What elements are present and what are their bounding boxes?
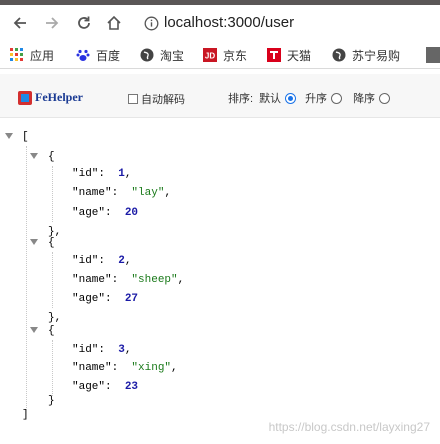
- fehelper-logo[interactable]: FeHelper: [18, 90, 83, 105]
- json-open-bracket: [: [22, 131, 29, 143]
- forward-arrow-icon[interactable]: [42, 13, 62, 33]
- bookmark-jd[interactable]: JD 京东: [203, 46, 247, 64]
- bookmark-tmall[interactable]: 天猫: [267, 46, 311, 64]
- collapse-toggle-icon[interactable]: [30, 239, 38, 245]
- json-number: 20: [124, 207, 139, 219]
- json-row: "id": 3,: [72, 344, 132, 356]
- sort-label: 排序:: [228, 93, 254, 105]
- sort-asc-label: 升序: [305, 93, 328, 105]
- indent-guide: [52, 166, 53, 222]
- json-row: "name": "sheep",: [72, 274, 185, 286]
- home-icon[interactable]: [104, 13, 124, 33]
- globe-icon: [332, 48, 346, 62]
- collapse-toggle-icon[interactable]: [30, 153, 38, 159]
- back-arrow-icon[interactable]: [10, 13, 30, 33]
- info-icon[interactable]: [144, 16, 159, 36]
- svg-text:JD: JD: [205, 52, 215, 61]
- bookmark-taobao[interactable]: 淘宝: [140, 46, 184, 64]
- tmall-logo-icon: [267, 48, 281, 62]
- indent-guide: [26, 146, 27, 408]
- json-object-open: {: [48, 325, 55, 337]
- collapse-toggle-icon[interactable]: [30, 327, 38, 333]
- indent-guide: [52, 340, 53, 396]
- apps-grid-icon: [10, 48, 24, 62]
- globe-icon: [140, 48, 154, 62]
- bookmark-label: 淘宝: [160, 48, 185, 63]
- bookmark-baidu[interactable]: 百度: [76, 46, 120, 64]
- bookmark-label: 京东: [223, 48, 248, 63]
- json-key: "age":: [72, 293, 112, 305]
- auto-decode-checkbox[interactable]: 自动解码: [128, 91, 185, 107]
- json-row: "age": 23: [72, 380, 138, 394]
- json-row: "name": "xing",: [72, 362, 178, 374]
- json-object-close: }: [48, 395, 55, 407]
- json-number: 23: [124, 381, 139, 393]
- json-object-open: {: [48, 237, 55, 249]
- sort-desc-label: 降序: [353, 93, 376, 105]
- json-object-close: },: [48, 312, 62, 324]
- json-row: "age": 20: [72, 206, 138, 220]
- bookmark-suning[interactable]: 苏宁易购: [332, 46, 400, 64]
- json-key: "age":: [72, 207, 112, 219]
- sort-options: 排序: 默认 升序 降序: [228, 90, 393, 106]
- json-viewer: [ { "id": 1, "name": "lay", "age": 20 },…: [0, 124, 440, 444]
- json-key: "name":: [72, 274, 119, 286]
- json-string: "xing": [131, 362, 172, 374]
- json-key: "id":: [72, 344, 106, 356]
- json-close-bracket: ]: [22, 409, 29, 421]
- json-number: 2: [118, 255, 125, 267]
- json-number: 3: [118, 344, 125, 356]
- reload-icon[interactable]: [74, 13, 94, 33]
- address-bar[interactable]: localhost:3000/user: [140, 11, 440, 37]
- fehelper-logo-text: FeHelper: [35, 90, 83, 104]
- url-text: localhost:3000/user: [164, 14, 295, 31]
- json-string: "lay": [131, 187, 165, 199]
- fehelper-bar: FeHelper 自动解码 排序: 默认 升序 降序: [0, 74, 440, 118]
- json-key: "age":: [72, 381, 112, 393]
- json-key: "name":: [72, 362, 119, 374]
- watermark: https://blog.csdn.net/layxing27: [268, 420, 430, 434]
- json-number: 1: [118, 168, 125, 180]
- jd-logo-icon: JD: [203, 48, 217, 62]
- fehelper-icon: [18, 90, 32, 105]
- json-key: "id":: [72, 168, 106, 180]
- collapse-toggle-icon[interactable]: [5, 133, 13, 139]
- json-row: "name": "lay",: [72, 187, 172, 199]
- overflow-bookmark-icon[interactable]: [426, 47, 440, 63]
- json-key: "name":: [72, 187, 119, 199]
- checkbox-box[interactable]: [128, 94, 138, 104]
- bookmarks-bar: 应用 百度 淘宝 JD 京东 天猫 苏宁易购: [0, 41, 440, 69]
- bookmark-apps[interactable]: 应用: [10, 46, 54, 64]
- baidu-paw-icon: [76, 48, 90, 62]
- sort-default-label: 默认: [259, 93, 282, 105]
- bookmark-label: 天猫: [287, 48, 312, 63]
- auto-decode-label: 自动解码: [141, 94, 185, 106]
- json-row: "age": 27: [72, 292, 138, 306]
- indent-guide: [52, 252, 53, 308]
- json-row: "id": 2,: [72, 255, 132, 267]
- bookmark-label: 苏宁易购: [352, 48, 401, 63]
- json-number: 27: [124, 293, 139, 305]
- json-string: "sheep": [131, 274, 178, 286]
- sort-asc-radio[interactable]: [331, 92, 343, 104]
- json-key: "id":: [72, 255, 106, 267]
- json-object-open: {: [48, 151, 55, 163]
- bookmark-label: 百度: [96, 48, 121, 63]
- sort-desc-radio[interactable]: [379, 92, 391, 104]
- json-row: "id": 1,: [72, 168, 132, 180]
- sort-default-radio[interactable]: [285, 92, 297, 104]
- browser-toolbar: localhost:3000/user: [0, 5, 440, 41]
- bookmark-label: 应用: [30, 48, 55, 63]
